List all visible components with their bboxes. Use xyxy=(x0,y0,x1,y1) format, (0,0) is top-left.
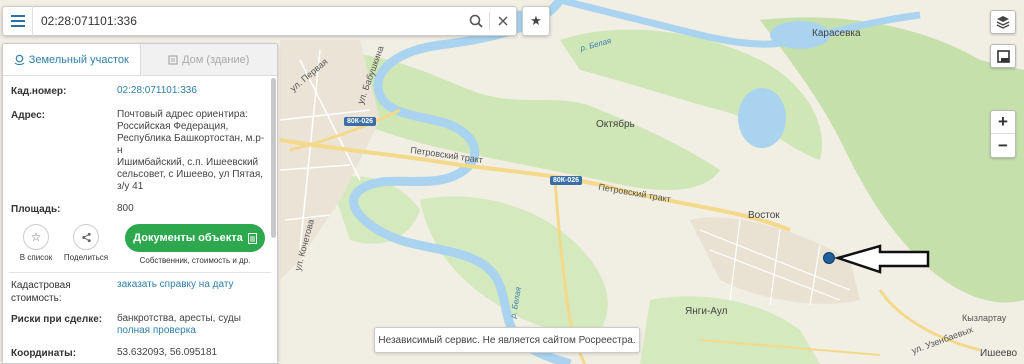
place-karasevka: Карасевка xyxy=(812,28,861,39)
documents-block: Документы объекта Собственник, стоимость… xyxy=(125,224,265,265)
tab-building-label: Дом (здание) xyxy=(182,53,250,66)
layers-button[interactable] xyxy=(990,10,1016,34)
area-value: 800 xyxy=(117,203,134,214)
share-label: Поделиться xyxy=(63,253,109,262)
zoom-in-button[interactable]: + xyxy=(991,111,1015,134)
place-isheevo: Ишеево xyxy=(980,348,1018,359)
row-risks: Риски при сделке: банкротства, аресты, с… xyxy=(3,313,277,337)
zoom-controls: + − xyxy=(990,110,1016,158)
risks-label: Риски при сделке: xyxy=(11,314,103,325)
search-button[interactable] xyxy=(463,7,489,35)
divider xyxy=(9,272,271,273)
row-coords: Координаты: 53.632093, 56.095181 xyxy=(3,347,277,360)
info-panel: Земельный участок Дом (здание) Кад.номер… xyxy=(2,43,278,364)
clear-button[interactable] xyxy=(490,7,516,35)
star-icon: ★ xyxy=(530,13,542,28)
address-line: Ишимбайский, с.п. Ишеевский xyxy=(117,157,259,168)
search-input[interactable] xyxy=(33,7,463,35)
pin-icon xyxy=(14,54,25,65)
action-bar: ☆ В список Поделиться Документы объекта xyxy=(3,224,277,272)
address-line: сельсовет, с Ишеево, ул Пятая, xyxy=(117,169,264,180)
documents-subtitle: Собственник, стоимость и др. xyxy=(139,256,251,265)
address-line: Почтовый адрес ориентира: xyxy=(117,109,248,120)
document-icon xyxy=(247,232,257,244)
coords-value: 53.632093, 56.095181 xyxy=(117,347,218,358)
panel-tabs: Земельный участок Дом (здание) xyxy=(3,44,277,76)
road-shield-1: 80К-026 xyxy=(344,117,377,126)
place-kyzlartau: Кызлартау xyxy=(962,313,1007,323)
cost-label: Кадастровая стоимость: xyxy=(11,279,117,305)
road-shield-2: 80К-026 xyxy=(550,176,583,185)
cost-label-line-2: стоимость: xyxy=(11,293,62,304)
share-button[interactable]: Поделиться xyxy=(61,224,111,262)
row-address: Адрес: Почтовый адрес ориентира: Российс… xyxy=(3,109,277,193)
place-vostok: Восток xyxy=(748,210,780,221)
search-icon xyxy=(469,14,483,28)
cadastral-label: Кад.номер: xyxy=(11,86,67,97)
panel-scrollbar[interactable] xyxy=(271,78,276,238)
risks-text: банкротства, аресты, суды xyxy=(117,313,241,324)
frame-icon xyxy=(996,49,1010,63)
menu-button[interactable] xyxy=(3,6,33,36)
documents-button[interactable]: Документы объекта xyxy=(125,224,265,252)
risks-value: банкротства, аресты, суды полная проверк… xyxy=(117,313,267,337)
tab-land-plot[interactable]: Земельный участок xyxy=(3,44,140,75)
hamburger-icon xyxy=(10,15,25,27)
address-line: Российская Федерация, xyxy=(117,121,229,132)
area-label: Площадь: xyxy=(11,204,61,215)
add-to-list-label: В список xyxy=(19,253,53,262)
cadastral-value[interactable]: 02:28:071101:336 xyxy=(117,85,267,98)
building-icon xyxy=(168,54,178,65)
cost-label-line-1: Кадастровая xyxy=(11,280,71,291)
place-oktyabr: Октябрь xyxy=(596,119,635,130)
cost-order-link[interactable]: заказать справку на дату xyxy=(117,279,267,305)
tab-land-plot-label: Земельный участок xyxy=(28,53,129,66)
layers-icon xyxy=(996,16,1010,29)
zoom-out-button[interactable]: − xyxy=(991,134,1015,157)
add-to-list-button[interactable]: ☆ В список xyxy=(11,224,61,262)
panel-body: Кад.номер: 02:28:071101:336 Адрес: Почто… xyxy=(3,76,277,363)
row-area: Площадь: 800 xyxy=(3,203,277,216)
tab-building[interactable]: Дом (здание) xyxy=(139,44,277,75)
full-check-link[interactable]: полная проверка xyxy=(117,325,267,337)
documents-button-label: Документы объекта xyxy=(133,232,243,244)
coords-label: Координаты: xyxy=(11,348,77,359)
address-line: з/у 41 xyxy=(117,181,144,192)
search-bar xyxy=(2,6,517,36)
address-line: Республика Башкортостан, м.р-н xyxy=(117,133,265,156)
place-yangi-aul: Янги-Аул xyxy=(685,306,728,317)
favorites-button[interactable]: ★ xyxy=(522,6,550,36)
address-label: Адрес: xyxy=(11,110,45,121)
star-outline-icon: ☆ xyxy=(23,224,49,250)
parcel-marker[interactable] xyxy=(823,252,835,264)
share-icon xyxy=(73,224,99,250)
disclaimer-notice: Независимый сервис. Не является сайтом Р… xyxy=(374,327,640,353)
close-icon xyxy=(498,16,508,26)
row-cost: Кадастровая стоимость: заказать справку … xyxy=(3,279,277,305)
address-value: Почтовый адрес ориентира: Российская Фед… xyxy=(117,109,267,193)
frame-button[interactable] xyxy=(990,44,1016,68)
row-cadastral: Кад.номер: 02:28:071101:336 xyxy=(3,85,277,98)
